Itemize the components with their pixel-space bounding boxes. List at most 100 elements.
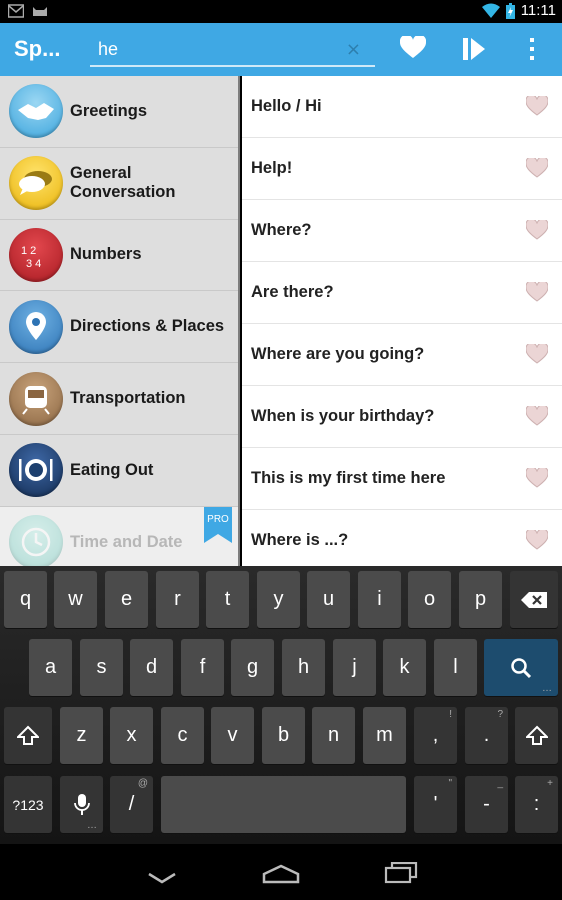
- key-slash[interactable]: / @: [110, 776, 153, 833]
- category-eating-out[interactable]: Eating Out: [0, 434, 238, 507]
- heart-icon[interactable]: [526, 530, 548, 550]
- heart-icon[interactable]: [526, 158, 548, 178]
- recent-apps-icon[interactable]: [384, 862, 418, 884]
- category-greetings[interactable]: Greetings: [0, 76, 238, 148]
- category-transportation[interactable]: Transportation: [0, 363, 238, 435]
- key-y[interactable]: y: [257, 571, 300, 628]
- key-s[interactable]: s: [80, 639, 123, 696]
- phrase-text: Help!: [251, 159, 293, 177]
- key-h[interactable]: h: [282, 639, 325, 696]
- phrase-text: This is my first time here: [251, 469, 446, 487]
- search-action-key[interactable]: …: [484, 639, 558, 696]
- backspace-key[interactable]: [510, 571, 558, 628]
- shift-key-left[interactable]: [4, 707, 52, 764]
- key-v[interactable]: v: [211, 707, 254, 764]
- key-i[interactable]: i: [358, 571, 401, 628]
- phrase-row[interactable]: Are there?: [242, 262, 562, 324]
- phrase-row[interactable]: Hello / Hi: [242, 76, 562, 138]
- key-u[interactable]: u: [307, 571, 350, 628]
- key-r[interactable]: r: [156, 571, 199, 628]
- spacebar[interactable]: [161, 776, 406, 833]
- heart-icon[interactable]: [526, 96, 548, 116]
- key-m[interactable]: m: [363, 707, 406, 764]
- key-f[interactable]: f: [181, 639, 224, 696]
- clock-time: 11:11: [520, 2, 556, 19]
- phrase-row[interactable]: This is my first time here: [242, 448, 562, 510]
- speech-bubbles-icon: [9, 156, 63, 211]
- more-dots: …: [87, 820, 97, 831]
- key-period[interactable]: . ?: [465, 707, 508, 764]
- key-w[interactable]: w: [54, 571, 97, 628]
- key-colon[interactable]: : +: [515, 776, 558, 833]
- key-p[interactable]: p: [459, 571, 502, 628]
- key-hint: !: [449, 709, 452, 720]
- search-box: ×: [90, 33, 375, 67]
- wifi-icon: [481, 3, 500, 18]
- key-n[interactable]: n: [312, 707, 355, 764]
- favorites-heart-icon[interactable]: [400, 36, 426, 60]
- svg-text:PRO: PRO: [207, 514, 229, 525]
- key-d[interactable]: d: [130, 639, 173, 696]
- phrase-row[interactable]: Help!: [242, 138, 562, 200]
- search-input[interactable]: [98, 35, 338, 63]
- heart-icon[interactable]: [526, 406, 548, 426]
- key-hint: ": [448, 778, 452, 789]
- key-a[interactable]: a: [29, 639, 72, 696]
- key-comma[interactable]: , !: [414, 707, 457, 764]
- key-b[interactable]: b: [262, 707, 305, 764]
- search-icon: [511, 657, 532, 678]
- heart-icon[interactable]: [526, 282, 548, 302]
- svg-text:1 2: 1 2: [21, 245, 36, 257]
- play-all-icon[interactable]: [462, 37, 486, 61]
- gmail-icon: [8, 4, 24, 18]
- key-x[interactable]: x: [110, 707, 153, 764]
- shift-icon: [525, 725, 548, 745]
- app-title[interactable]: Sp...: [14, 36, 60, 62]
- voice-input-key[interactable]: …: [60, 776, 103, 833]
- key-apostrophe[interactable]: ' ": [414, 776, 457, 833]
- phrase-row[interactable]: Where is ...?: [242, 510, 562, 566]
- handshake-icon: [9, 84, 63, 139]
- train-icon: [9, 371, 63, 426]
- key-o[interactable]: o: [408, 571, 451, 628]
- key-l[interactable]: l: [434, 639, 477, 696]
- phrase-text: Where?: [251, 221, 312, 239]
- category-label: Directions & Places: [70, 317, 225, 336]
- key-period-label: .: [483, 724, 490, 746]
- key-j[interactable]: j: [333, 639, 376, 696]
- category-label: Transportation: [70, 389, 186, 408]
- soft-keyboard: q w e r t y u i o p a s d f g h j k l … …: [0, 566, 562, 844]
- key-g[interactable]: g: [231, 639, 274, 696]
- key-k[interactable]: k: [383, 639, 426, 696]
- key-z[interactable]: z: [60, 707, 103, 764]
- category-time-and-date[interactable]: Time and Date PRO: [0, 506, 238, 566]
- phrase-row[interactable]: When is your birthday?: [242, 386, 562, 448]
- home-icon[interactable]: [262, 864, 300, 884]
- key-q[interactable]: q: [4, 571, 47, 628]
- category-general-conversation[interactable]: General Conversation: [0, 147, 238, 220]
- clear-search-icon[interactable]: ×: [346, 39, 361, 60]
- key-c[interactable]: c: [161, 707, 204, 764]
- symbols-key[interactable]: ?123: [4, 776, 52, 833]
- phrase-row[interactable]: Where?: [242, 200, 562, 262]
- category-directions-places[interactable]: Directions & Places: [0, 291, 238, 364]
- hide-keyboard-icon[interactable]: [147, 872, 177, 884]
- key-dash[interactable]: - _: [465, 776, 508, 833]
- key-hint: ?: [497, 709, 503, 720]
- shift-key-right[interactable]: [515, 707, 558, 764]
- category-numbers[interactable]: 1 23 4 Numbers: [0, 219, 238, 292]
- overflow-menu-icon[interactable]: [528, 37, 536, 61]
- phrase-row[interactable]: Where are you going?: [242, 324, 562, 386]
- heart-icon[interactable]: [526, 344, 548, 364]
- heart-icon[interactable]: [526, 220, 548, 240]
- backspace-icon: [521, 591, 547, 608]
- key-e[interactable]: e: [105, 571, 148, 628]
- phrase-text: When is your birthday?: [251, 407, 435, 425]
- key-apostrophe-label: ': [433, 793, 438, 815]
- heart-icon[interactable]: [526, 468, 548, 488]
- svg-text:3 4: 3 4: [26, 258, 41, 270]
- phrase-text: Where is ...?: [251, 531, 349, 549]
- key-comma-label: ,: [432, 724, 439, 746]
- phrase-text: Are there?: [251, 283, 334, 301]
- key-t[interactable]: t: [206, 571, 249, 628]
